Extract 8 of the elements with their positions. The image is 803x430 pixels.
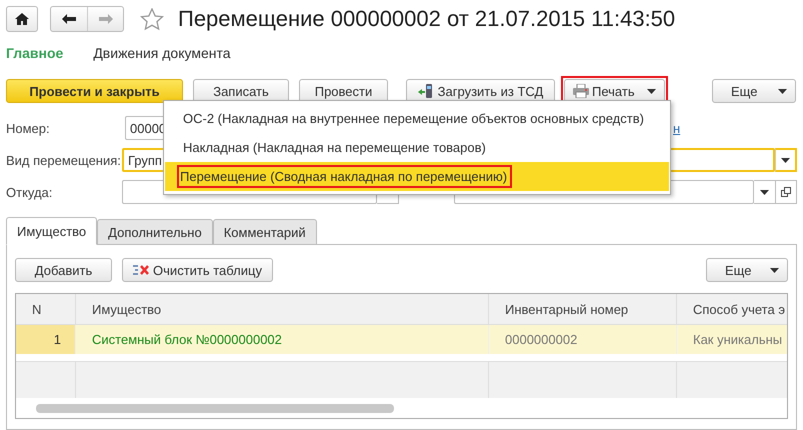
field-label: Вид перемещения: — [6, 152, 118, 168]
window-title: Перемещение 000000002 от 21.07.2015 11:43:50 — [178, 6, 676, 32]
field-label: Номер: — [6, 120, 51, 136]
table-cell: 1 — [16, 325, 76, 354]
table-cell: Как уникальны — [677, 325, 787, 354]
field-label: Откуда: — [6, 184, 54, 200]
table-cell: 0000000002 — [489, 325, 677, 354]
table-cell: Системный блок №0000000002 — [76, 325, 489, 354]
